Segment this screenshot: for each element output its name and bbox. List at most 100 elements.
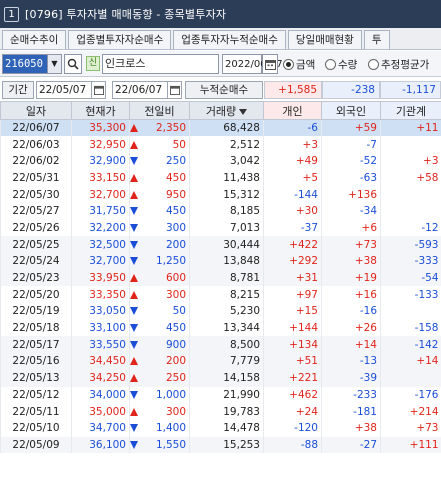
- triangle-up-icon: [130, 124, 138, 133]
- cell-institution: -133: [380, 286, 441, 304]
- stock-code-input[interactable]: 216050: [2, 54, 48, 74]
- col-volume[interactable]: 거래량: [189, 101, 264, 120]
- table-row[interactable]: 22/05/13 34,250 250 14,158 +221 -39: [0, 369, 441, 387]
- col-price[interactable]: 현재가: [71, 101, 130, 120]
- table-row[interactable]: 22/05/30 32,700 950 15,312 -144 +136: [0, 186, 441, 203]
- table-row[interactable]: 22/05/27 31,750 450 8,185 +30 -34: [0, 202, 441, 220]
- cell-change-value: 250: [165, 155, 186, 168]
- col-individual[interactable]: 개인: [263, 101, 322, 120]
- tab-sector-investor-net-buy[interactable]: 업종별투자자순매수: [68, 30, 172, 49]
- tab-sector-investor-cumulative[interactable]: 업종투자자누적순매수: [173, 30, 286, 49]
- cell-change-value: 450: [165, 171, 186, 184]
- calendar-icon[interactable]: [262, 54, 278, 74]
- tab-overflow[interactable]: 투: [363, 30, 390, 49]
- col-foreign[interactable]: 외국인: [321, 101, 381, 120]
- table-row[interactable]: 22/05/16 34,450 200 7,779 +51 -13 +14: [0, 353, 441, 370]
- period-from-input[interactable]: 22/05/07: [36, 81, 92, 99]
- cell-volume: 13,344: [189, 319, 264, 337]
- table-row[interactable]: 22/05/17 33,550 900 8,500 +134 +14 -142: [0, 336, 441, 354]
- tab-daily-trading[interactable]: 당일매매현황: [287, 30, 362, 49]
- cell-change: 450: [129, 319, 190, 337]
- triangle-down-icon: [130, 223, 138, 232]
- table-row[interactable]: 22/05/20 33,350 300 8,215 +97 +16 -133: [0, 286, 441, 304]
- cell-change: 300: [129, 403, 190, 420]
- table-row[interactable]: 22/06/07 35,300 2,350 68,428 -6 +59 +11: [0, 119, 441, 137]
- cell-date: 22/06/03: [0, 136, 72, 153]
- investor-trade-table[interactable]: 일자 현재가 전일비 거래량 개인 외국인 기관계 22/06/07 35,300…: [0, 101, 441, 454]
- cell-volume: 14,158: [189, 369, 264, 387]
- cell-price: 33,550: [71, 336, 130, 354]
- calendar-icon[interactable]: [168, 81, 182, 99]
- cell-volume: 8,215: [189, 286, 264, 304]
- col-volume-label: 거래량: [205, 104, 237, 118]
- table-row[interactable]: 22/05/25 32,500 200 30,444 +422 +73 -593: [0, 236, 441, 253]
- cell-price: 36,100: [71, 436, 130, 454]
- cell-change: 1,550: [129, 436, 190, 454]
- table-row[interactable]: 22/05/31 33,150 450 11,438 +5 -63 +58: [0, 169, 441, 187]
- triangle-down-icon: [130, 240, 138, 249]
- col-change[interactable]: 전일비: [129, 101, 190, 120]
- cell-change-value: 450: [165, 322, 186, 335]
- cell-volume: 8,781: [189, 269, 264, 287]
- cell-change: 600: [129, 269, 190, 287]
- stock-name-field[interactable]: 인크로스: [102, 54, 219, 74]
- cell-individual: +31: [263, 269, 322, 287]
- col-institution[interactable]: 기관계: [380, 101, 441, 120]
- cell-change: 1,400: [129, 419, 190, 437]
- cumulative-net-buy-label: 누적순매수: [185, 81, 263, 99]
- table-row[interactable]: 22/05/26 32,200 300 7,013 -37 +6 -12: [0, 219, 441, 237]
- cell-price: 32,700: [71, 253, 130, 270]
- cell-individual: +3: [263, 136, 322, 153]
- cell-change-value: 1,250: [155, 255, 186, 268]
- cell-date: 22/05/19: [0, 303, 72, 320]
- table-row[interactable]: 22/05/09 36,100 1,550 15,253 -88 -27 +111: [0, 436, 441, 454]
- sort-desc-icon[interactable]: [239, 108, 248, 115]
- radio-quantity[interactable]: 수량: [325, 57, 357, 72]
- cell-volume: 19,783: [189, 403, 264, 420]
- cell-volume: 3,042: [189, 152, 264, 170]
- triangle-down-icon: [130, 257, 138, 266]
- cell-change-value: 300: [165, 405, 186, 418]
- table-row[interactable]: 22/05/24 32,700 1,250 13,848 +292 +38 -333: [0, 253, 441, 270]
- cell-institution: [380, 369, 441, 387]
- cell-institution: [380, 303, 441, 320]
- cell-institution: +11: [380, 119, 441, 137]
- cell-volume: 8,185: [189, 202, 264, 220]
- calendar-icon[interactable]: [92, 81, 106, 99]
- search-icon[interactable]: [64, 54, 82, 74]
- cell-change: 50: [129, 136, 190, 153]
- cell-volume: 11,438: [189, 169, 264, 187]
- cell-foreign: +59: [321, 119, 381, 137]
- chevron-down-icon[interactable]: ▼: [48, 54, 62, 74]
- table-row[interactable]: 22/05/18 33,100 450 13,344 +144 +26 -158: [0, 319, 441, 337]
- cell-change: 950: [129, 186, 190, 203]
- table-row[interactable]: 22/06/03 32,950 50 2,512 +3 -7: [0, 136, 441, 153]
- table-row[interactable]: 22/05/12 34,000 1,000 21,990 +462 -233 -176: [0, 386, 441, 404]
- window-number[interactable]: 1: [4, 6, 19, 22]
- cell-individual: +49: [263, 152, 322, 170]
- cell-institution: -142: [380, 336, 441, 354]
- col-date[interactable]: 일자: [0, 101, 72, 120]
- table-row[interactable]: 22/05/19 33,050 50 5,230 +15 -16: [0, 303, 441, 320]
- cell-individual: -6: [263, 119, 322, 137]
- table-row[interactable]: 22/06/02 32,900 250 3,042 +49 -52 +3: [0, 152, 441, 170]
- triangle-down-icon: [130, 324, 138, 333]
- period-to-input[interactable]: 22/06/07: [112, 81, 168, 99]
- cell-date: 22/06/07: [0, 119, 72, 137]
- cell-foreign: -233: [321, 386, 381, 404]
- cell-institution: +14: [380, 353, 441, 370]
- cell-individual: +144: [263, 319, 322, 337]
- triangle-down-icon: [130, 340, 138, 349]
- cell-change: 2,350: [129, 119, 190, 137]
- radio-avg-price[interactable]: 추정평균가: [368, 57, 429, 72]
- table-row[interactable]: 22/05/23 33,950 600 8,781 +31 +19 -54: [0, 269, 441, 287]
- cell-price: 34,450: [71, 353, 130, 370]
- table-row[interactable]: 22/05/10 34,700 1,400 14,478 -120 +38 +73: [0, 419, 441, 437]
- radio-amount[interactable]: 금액: [283, 57, 315, 72]
- cumulative-individual: +1,585: [264, 81, 322, 99]
- triangle-down-icon: [130, 390, 138, 399]
- table-row[interactable]: 22/05/11 35,000 300 19,783 +24 -181 +214: [0, 403, 441, 420]
- cell-volume: 15,312: [189, 186, 264, 203]
- tab-net-buy-trend[interactable]: 순매수추이: [2, 30, 67, 49]
- date-field[interactable]: 2022/06/07: [222, 54, 283, 74]
